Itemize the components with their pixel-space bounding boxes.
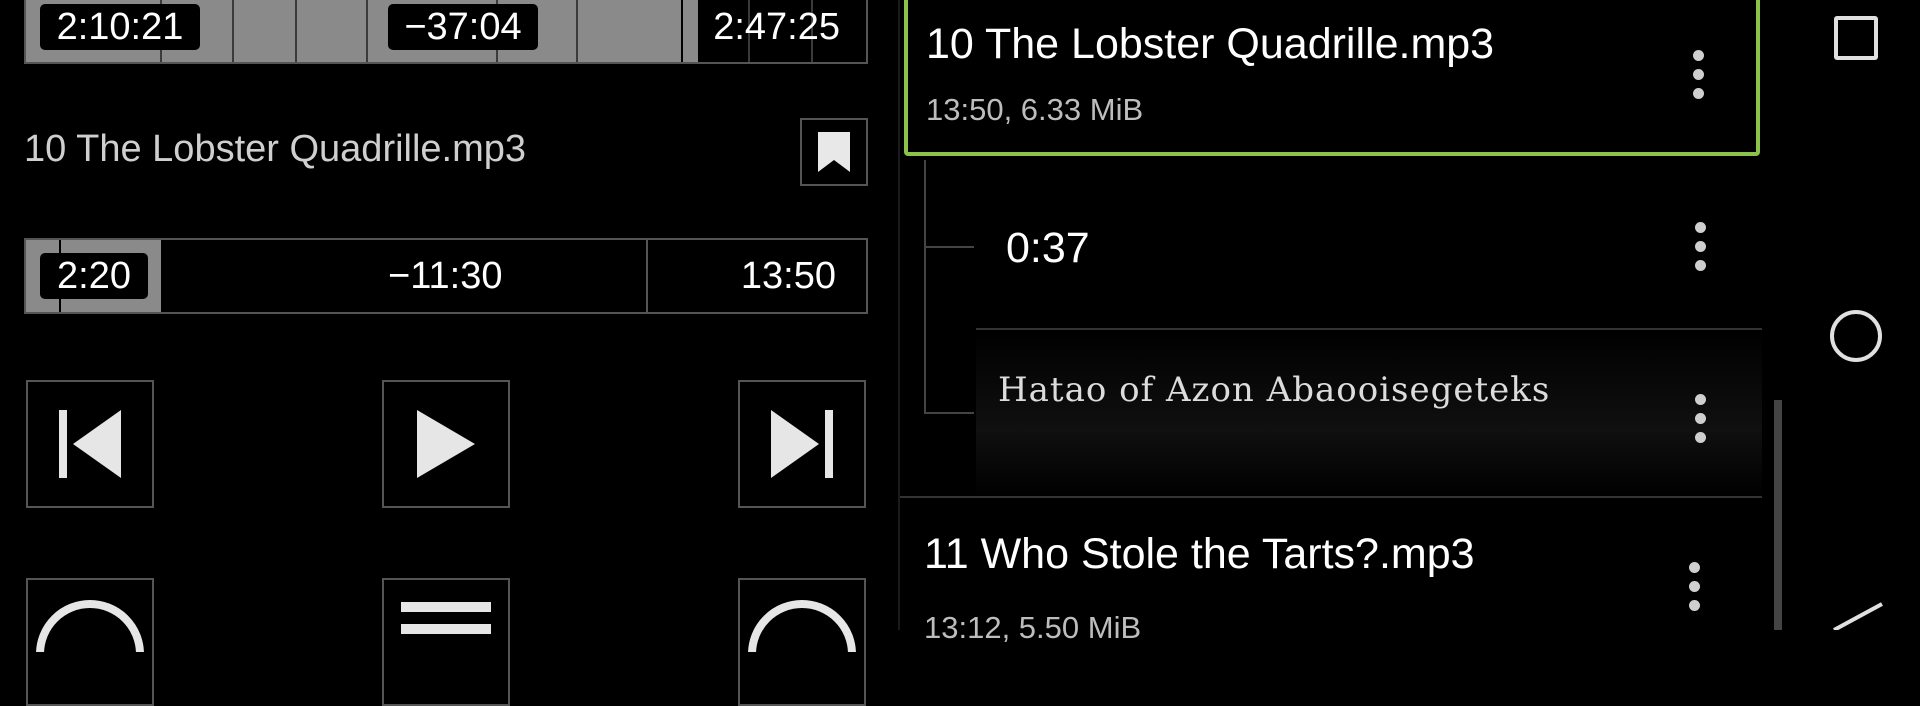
overall-elapsed-time: 2:10:21 [40, 4, 200, 50]
list-item-meta: 13:12, 5.50 MiB [924, 610, 1142, 645]
track-progress-bar[interactable]: 2:20 −11:30 13:50 [24, 238, 868, 314]
track-elapsed-time: 2:20 [40, 253, 148, 299]
current-track-title: 10 The Lobster Quadrille.mp3 [24, 128, 527, 170]
more-options-icon[interactable] [1692, 394, 1708, 451]
list-divider-vertical [898, 0, 900, 630]
overall-total-time: 2:47:25 [713, 6, 840, 48]
track-remaining-time: −11:30 [388, 255, 503, 297]
overall-remaining-time: −37:04 [388, 4, 538, 50]
playlist-button[interactable] [382, 578, 510, 706]
fast-forward-button[interactable] [738, 578, 866, 706]
recents-icon[interactable] [1834, 16, 1878, 60]
previous-track-button[interactable] [26, 380, 154, 508]
bookmark-label: 0:37 [1006, 224, 1090, 272]
list-item-title: 11 Who Stole the Tarts?.mp3 [924, 530, 1475, 578]
bookmark-label: Hatao of Azon Abaooisegeteks [998, 370, 1551, 410]
overall-progress-bar[interactable]: 2:10:21 −37:04 2:47:25 [24, 0, 868, 64]
home-icon[interactable] [1830, 310, 1882, 362]
more-options-icon[interactable] [1692, 222, 1708, 279]
bookmark-item[interactable]: Hatao of Azon Abaooisegeteks [976, 330, 1762, 496]
play-icon [417, 410, 475, 478]
list-item[interactable]: 11 Who Stole the Tarts?.mp3 13:12, 5.50 … [904, 498, 1760, 645]
back-icon[interactable] [1826, 600, 1886, 630]
play-button[interactable] [382, 380, 510, 508]
fast-forward-icon [748, 600, 856, 652]
add-bookmark-button[interactable] [800, 118, 868, 186]
bookmark-item[interactable]: 0:37 [976, 162, 1762, 328]
menu-icon [401, 602, 491, 634]
list-item-selected[interactable]: 10 The Lobster Quadrille.mp3 13:50, 6.33… [904, 0, 1760, 156]
skip-previous-icon [59, 410, 121, 478]
list-item-title: 10 The Lobster Quadrille.mp3 [926, 20, 1495, 68]
more-options-icon[interactable] [1686, 562, 1702, 619]
rewind-icon [36, 600, 144, 652]
next-track-button[interactable] [738, 380, 866, 508]
rewind-button[interactable] [26, 578, 154, 706]
skip-next-icon [771, 410, 833, 478]
list-item-meta: 13:50, 6.33 MiB [926, 92, 1144, 127]
bookmark-icon [818, 132, 850, 172]
more-options-icon[interactable] [1690, 50, 1706, 107]
track-total-time: 13:50 [740, 255, 836, 297]
list-scrollbar[interactable] [1774, 400, 1782, 630]
